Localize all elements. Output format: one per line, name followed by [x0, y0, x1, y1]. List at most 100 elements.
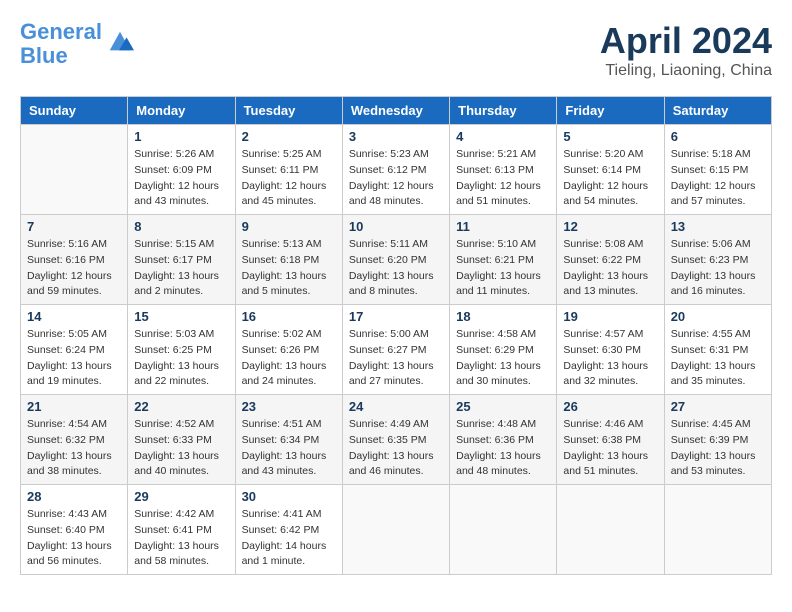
day-number: 27 — [671, 399, 765, 414]
day-number: 1 — [134, 129, 228, 144]
header-tuesday: Tuesday — [235, 97, 342, 125]
calendar-week-5: 28 Sunrise: 4:43 AMSunset: 6:40 PMDayligh… — [21, 485, 772, 575]
day-info: Sunrise: 5:15 AMSunset: 6:17 PMDaylight:… — [134, 237, 228, 300]
calendar-cell: 1Sunrise: 5:26 AMSunset: 6:09 PMDaylight… — [128, 125, 235, 215]
calendar-cell: 26 Sunrise: 4:46 AMSunset: 6:38 PMDayligh… — [557, 395, 664, 485]
day-info: Sunrise: 5:25 AMSunset: 6:11 PMDaylight:… — [242, 147, 336, 210]
day-info: Sunrise: 5:08 AMSunset: 6:22 PMDaylight:… — [563, 237, 657, 300]
day-info: Sunrise: 4:49 AMSunset: 6:35 PMDaylight:… — [349, 417, 443, 480]
calendar-cell: 24 Sunrise: 4:49 AMSunset: 6:35 PMDayligh… — [342, 395, 449, 485]
calendar-cell: 4 Sunrise: 5:21 AMSunset: 6:13 PMDaylight… — [450, 125, 557, 215]
day-info: Sunrise: 5:10 AMSunset: 6:21 PMDaylight:… — [456, 237, 550, 300]
day-info: Sunrise: 4:46 AMSunset: 6:38 PMDaylight:… — [563, 417, 657, 480]
day-info: Sunrise: 4:58 AMSunset: 6:29 PMDaylight:… — [456, 327, 550, 390]
calendar-table: SundayMondayTuesdayWednesdayThursdayFrid… — [20, 96, 772, 575]
calendar-cell: 25 Sunrise: 4:48 AMSunset: 6:36 PMDayligh… — [450, 395, 557, 485]
calendar-week-3: 14 Sunrise: 5:05 AMSunset: 6:24 PMDayligh… — [21, 305, 772, 395]
day-info: Sunrise: 4:42 AMSunset: 6:41 PMDaylight:… — [134, 507, 228, 570]
calendar-cell: 22 Sunrise: 4:52 AMSunset: 6:33 PMDayligh… — [128, 395, 235, 485]
calendar-cell: 29 Sunrise: 4:42 AMSunset: 6:41 PMDayligh… — [128, 485, 235, 575]
calendar-cell — [342, 485, 449, 575]
header-monday: Monday — [128, 97, 235, 125]
day-info: Sunrise: 5:21 AMSunset: 6:13 PMDaylight:… — [456, 147, 550, 210]
calendar-cell: 16 Sunrise: 5:02 AMSunset: 6:26 PMDayligh… — [235, 305, 342, 395]
day-number: 2 — [242, 129, 336, 144]
calendar-body: 1Sunrise: 5:26 AMSunset: 6:09 PMDaylight… — [21, 125, 772, 575]
day-info: Sunrise: 4:57 AMSunset: 6:30 PMDaylight:… — [563, 327, 657, 390]
day-info: Sunrise: 4:51 AMSunset: 6:34 PMDaylight:… — [242, 417, 336, 480]
calendar-week-2: 7 Sunrise: 5:16 AMSunset: 6:16 PMDaylight… — [21, 215, 772, 305]
calendar-week-4: 21 Sunrise: 4:54 AMSunset: 6:32 PMDayligh… — [21, 395, 772, 485]
calendar-week-1: 1Sunrise: 5:26 AMSunset: 6:09 PMDaylight… — [21, 125, 772, 215]
header-friday: Friday — [557, 97, 664, 125]
calendar-cell: 15Sunrise: 5:03 AMSunset: 6:25 PMDayligh… — [128, 305, 235, 395]
day-info: Sunrise: 4:54 AMSunset: 6:32 PMDaylight:… — [27, 417, 121, 480]
day-info: Sunrise: 5:02 AMSunset: 6:26 PMDaylight:… — [242, 327, 336, 390]
calendar-cell: 20 Sunrise: 4:55 AMSunset: 6:31 PMDayligh… — [664, 305, 771, 395]
day-number: 14 — [27, 309, 121, 324]
calendar-cell: 9Sunrise: 5:13 AMSunset: 6:18 PMDaylight… — [235, 215, 342, 305]
day-number: 22 — [134, 399, 228, 414]
calendar-cell: 8Sunrise: 5:15 AMSunset: 6:17 PMDaylight… — [128, 215, 235, 305]
calendar-cell: 21 Sunrise: 4:54 AMSunset: 6:32 PMDayligh… — [21, 395, 128, 485]
calendar-cell: 12Sunrise: 5:08 AMSunset: 6:22 PMDayligh… — [557, 215, 664, 305]
day-info: Sunrise: 4:55 AMSunset: 6:31 PMDaylight:… — [671, 327, 765, 390]
day-number: 7 — [27, 219, 121, 234]
calendar-cell — [664, 485, 771, 575]
calendar-cell — [450, 485, 557, 575]
day-number: 20 — [671, 309, 765, 324]
page-header: GeneralBlue April 2024 Tieling, Liaoning… — [20, 20, 772, 80]
logo-text: GeneralBlue — [20, 20, 102, 68]
day-info: Sunrise: 5:06 AMSunset: 6:23 PMDaylight:… — [671, 237, 765, 300]
calendar-cell: 13 Sunrise: 5:06 AMSunset: 6:23 PMDayligh… — [664, 215, 771, 305]
day-info: Sunrise: 5:18 AMSunset: 6:15 PMDaylight:… — [671, 147, 765, 210]
day-number: 11 — [456, 219, 550, 234]
day-number: 21 — [27, 399, 121, 414]
calendar-cell — [557, 485, 664, 575]
header-thursday: Thursday — [450, 97, 557, 125]
calendar-cell: 10 Sunrise: 5:11 AMSunset: 6:20 PMDayligh… — [342, 215, 449, 305]
header-saturday: Saturday — [664, 97, 771, 125]
day-info: Sunrise: 4:43 AMSunset: 6:40 PMDaylight:… — [27, 507, 121, 570]
calendar-cell: 2 Sunrise: 5:25 AMSunset: 6:11 PMDaylight… — [235, 125, 342, 215]
day-number: 29 — [134, 489, 228, 504]
day-number: 4 — [456, 129, 550, 144]
day-info: Sunrise: 4:52 AMSunset: 6:33 PMDaylight:… — [134, 417, 228, 480]
day-number: 17 — [349, 309, 443, 324]
day-number: 10 — [349, 219, 443, 234]
calendar-cell — [21, 125, 128, 215]
day-number: 26 — [563, 399, 657, 414]
calendar-cell: 19Sunrise: 4:57 AMSunset: 6:30 PMDayligh… — [557, 305, 664, 395]
day-number: 18 — [456, 309, 550, 324]
day-number: 15 — [134, 309, 228, 324]
day-number: 3 — [349, 129, 443, 144]
calendar-cell: 23 Sunrise: 4:51 AMSunset: 6:34 PMDayligh… — [235, 395, 342, 485]
header-sunday: Sunday — [21, 97, 128, 125]
calendar-cell: 28 Sunrise: 4:43 AMSunset: 6:40 PMDayligh… — [21, 485, 128, 575]
logo-icon — [106, 28, 134, 56]
day-info: Sunrise: 5:05 AMSunset: 6:24 PMDaylight:… — [27, 327, 121, 390]
day-info: Sunrise: 4:45 AMSunset: 6:39 PMDaylight:… — [671, 417, 765, 480]
day-info: Sunrise: 5:20 AMSunset: 6:14 PMDaylight:… — [563, 147, 657, 210]
day-number: 28 — [27, 489, 121, 504]
day-number: 30 — [242, 489, 336, 504]
day-number: 24 — [349, 399, 443, 414]
day-info: Sunrise: 4:41 AMSunset: 6:42 PMDaylight:… — [242, 507, 336, 570]
month-title: April 2024 — [600, 20, 772, 62]
location-subtitle: Tieling, Liaoning, China — [600, 62, 772, 80]
calendar-cell: 14 Sunrise: 5:05 AMSunset: 6:24 PMDayligh… — [21, 305, 128, 395]
calendar-cell: 6Sunrise: 5:18 AMSunset: 6:15 PMDaylight… — [664, 125, 771, 215]
day-number: 16 — [242, 309, 336, 324]
calendar-cell: 30 Sunrise: 4:41 AMSunset: 6:42 PMDayligh… — [235, 485, 342, 575]
day-info: Sunrise: 5:11 AMSunset: 6:20 PMDaylight:… — [349, 237, 443, 300]
day-number: 25 — [456, 399, 550, 414]
calendar-cell: 27 Sunrise: 4:45 AMSunset: 6:39 PMDayligh… — [664, 395, 771, 485]
day-number: 23 — [242, 399, 336, 414]
day-info: Sunrise: 4:48 AMSunset: 6:36 PMDaylight:… — [456, 417, 550, 480]
calendar-cell: 3Sunrise: 5:23 AMSunset: 6:12 PMDaylight… — [342, 125, 449, 215]
day-info: Sunrise: 5:16 AMSunset: 6:16 PMDaylight:… — [27, 237, 121, 300]
day-number: 13 — [671, 219, 765, 234]
title-section: April 2024 Tieling, Liaoning, China — [600, 20, 772, 80]
calendar-cell: 18 Sunrise: 4:58 AMSunset: 6:29 PMDayligh… — [450, 305, 557, 395]
day-info: Sunrise: 5:13 AMSunset: 6:18 PMDaylight:… — [242, 237, 336, 300]
